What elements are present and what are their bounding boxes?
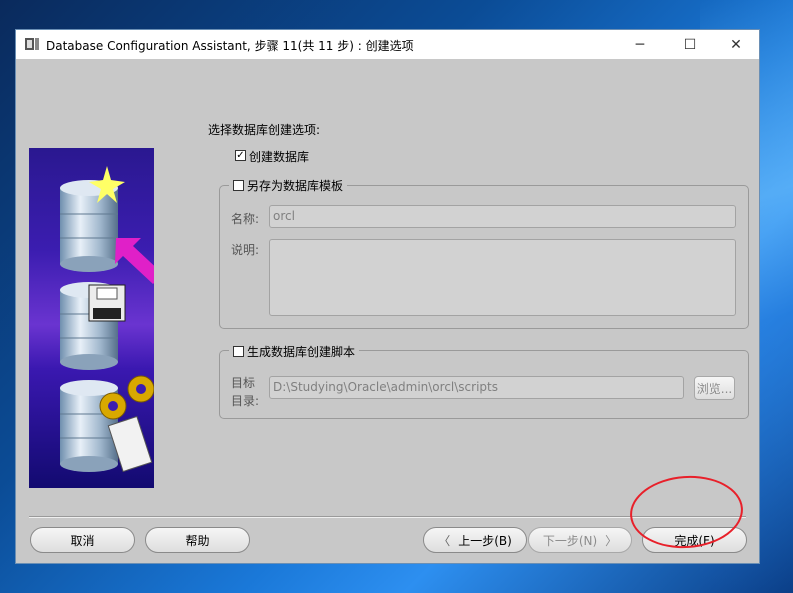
- database-cylinders-icon: [60, 166, 163, 473]
- title-bar: Database Configuration Assistant, 步骤 11(…: [16, 30, 759, 59]
- window-title: Database Configuration Assistant, 步骤 11(…: [46, 39, 414, 53]
- minimize-icon: ─: [635, 36, 645, 53]
- maximize-icon: ☐: [683, 36, 697, 53]
- template-legend: 另存为数据库模板: [229, 177, 348, 194]
- close-icon: ✕: [730, 36, 742, 53]
- next-button[interactable]: 下一步(N) 〉: [528, 527, 632, 553]
- back-button-label: 上一步(B): [458, 533, 512, 548]
- chevron-left-icon: 〈: [438, 533, 451, 548]
- database-illustration: [29, 148, 163, 488]
- save-template-checkbox[interactable]: [233, 180, 244, 191]
- template-name-field[interactable]: orcl: [269, 205, 736, 228]
- script-legend: 生成数据库创建脚本: [229, 343, 360, 360]
- browse-button[interactable]: 浏览...: [694, 376, 735, 400]
- description-label: 说明:: [231, 243, 260, 257]
- close-button[interactable]: ✕: [713, 30, 759, 59]
- template-description-field[interactable]: [269, 239, 736, 316]
- create-db-checkbox[interactable]: ✓: [235, 150, 246, 161]
- generate-script-checkbox[interactable]: [233, 346, 244, 357]
- chevron-right-icon: 〉: [605, 533, 618, 548]
- help-button[interactable]: 帮助: [145, 527, 250, 553]
- name-label: 名称:: [231, 212, 260, 226]
- next-button-label: 下一步(N): [542, 533, 598, 548]
- options-heading: 选择数据库创建选项:: [208, 123, 321, 137]
- back-button[interactable]: 〈 上一步(B): [423, 527, 527, 553]
- app-icon: [25, 38, 39, 50]
- maximize-button[interactable]: ☐: [667, 30, 713, 59]
- create-db-label: 创建数据库: [249, 150, 310, 164]
- cancel-button[interactable]: 取消: [30, 527, 135, 553]
- save-template-label: 另存为数据库模板: [247, 179, 344, 193]
- dbca-window: Database Configuration Assistant, 步骤 11(…: [15, 29, 760, 564]
- destination-label-line2: 目录:: [231, 394, 260, 408]
- destination-label-line1: 目标: [231, 376, 256, 390]
- script-directory-field[interactable]: D:\Studying\Oracle\admin\orcl\scripts: [269, 376, 684, 399]
- generate-script-label: 生成数据库创建脚本: [247, 345, 356, 359]
- minimize-button[interactable]: ─: [617, 30, 663, 59]
